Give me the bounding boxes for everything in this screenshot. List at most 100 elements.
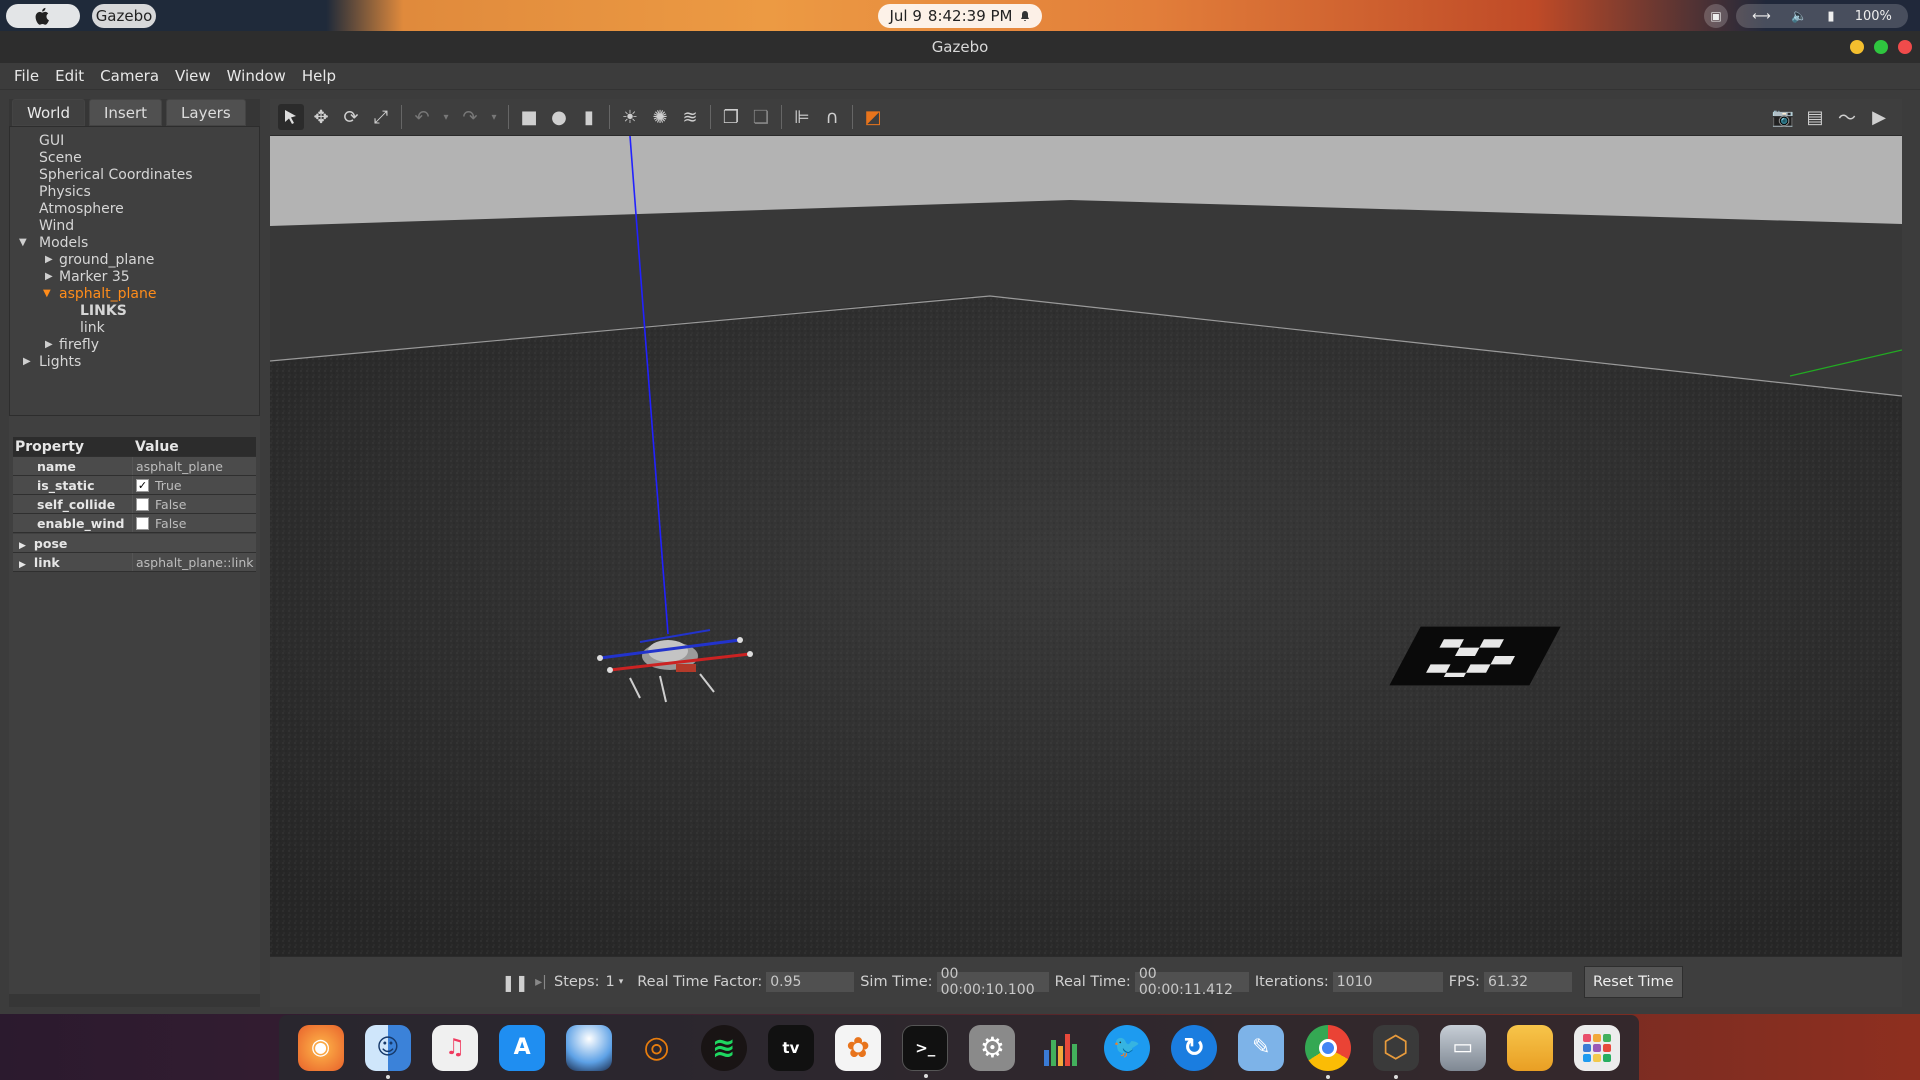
tree-item-physics[interactable]: Physics [10,183,259,200]
apple-menu-button[interactable] [6,4,80,28]
terminal-icon[interactable]: >_ [902,1024,949,1078]
point-light-icon[interactable]: ☀ [617,104,643,130]
snap-icon[interactable]: ∩ [819,104,845,130]
preview-icon[interactable]: ✎ [1238,1024,1285,1071]
gazebo-icon[interactable]: ⬡ [1372,1024,1419,1079]
expanded-arrow-icon[interactable]: ▼ [43,288,51,299]
menu-edit[interactable]: Edit [47,67,92,85]
collapsed-arrow-icon[interactable]: ▶ [19,560,26,570]
menu-view[interactable]: View [167,67,219,85]
tree-item-gui[interactable]: GUI [10,132,259,149]
tree-item-lights[interactable]: ▶ Lights [10,353,259,370]
align-icon[interactable]: ⊫ [789,104,815,130]
firefox-icon[interactable]: ◉ [297,1024,344,1071]
status-tray[interactable]: ⟷ 🔈 ▮ 100% [1736,4,1908,28]
tree-item-models[interactable]: ▼ Models [10,234,259,251]
pause-icon[interactable]: ❚❚ [502,969,529,995]
collapsed-arrow-icon[interactable]: ▶ [19,541,26,551]
volume-icon[interactable]: 🔈 [1791,9,1807,24]
tree-item-marker[interactable]: ▶ Marker 35 [10,268,259,285]
property-row-link[interactable]: ▶ link asphalt_plane::link [13,553,256,572]
photos-icon[interactable]: ✿ [835,1024,882,1071]
redo-icon[interactable]: ↷ [457,104,483,130]
tree-item-spherical[interactable]: Spherical Coordinates [10,166,259,183]
battery-icon[interactable]: ▮ [1827,9,1834,24]
menu-camera[interactable]: Camera [92,67,167,85]
window-titlebar[interactable]: Gazebo [0,31,1920,63]
is-static-checkbox[interactable]: ✓ [136,478,149,492]
cylinder-shape-icon[interactable]: ▮ [576,104,602,130]
tab-insert[interactable]: Insert [89,99,163,126]
scene-render[interactable] [270,136,1902,956]
close-button[interactable] [1898,40,1912,54]
tab-layers[interactable]: Layers [166,99,246,126]
app-store-icon[interactable]: A [499,1024,546,1071]
collapsed-arrow-icon[interactable]: ▶ [45,271,53,282]
property-value-field[interactable]: asphalt_plane [132,457,256,475]
plot-icon[interactable]: 〜 [1834,104,1860,130]
self-collide-checkbox[interactable] [136,497,149,511]
system-prefs-icon[interactable]: ⚙ [969,1024,1016,1071]
collapsed-arrow-icon[interactable]: ▶ [45,254,53,265]
log-icon[interactable]: ▤ [1802,104,1828,130]
expanded-arrow-icon[interactable]: ▼ [19,237,27,248]
copy-icon[interactable]: ❐ [718,104,744,130]
translate-mode-icon[interactable]: ✥ [308,104,334,130]
tree-item-firefly[interactable]: ▶ firefly [10,336,259,353]
scale-mode-icon[interactable]: ⤢ [368,104,394,130]
screen-icon[interactable]: ▣ [1704,4,1728,28]
macos-icon[interactable] [566,1024,613,1071]
menu-window[interactable]: Window [219,67,294,85]
menu-file[interactable]: File [6,67,47,85]
video-record-icon[interactable]: ▶ [1866,104,1892,130]
screenshot-icon[interactable]: 📷 [1770,104,1796,130]
tree-item-ground-plane[interactable]: ▶ ground_plane [10,251,259,268]
sync-icon[interactable]: ↻ [1171,1024,1218,1071]
redo-history-icon[interactable]: ▾ [487,104,501,130]
tree-item-links[interactable]: LINKS [10,302,259,319]
tree-item-link[interactable]: link [10,319,259,336]
drive-icon[interactable]: ▭ [1439,1024,1486,1071]
undo-history-icon[interactable]: ▾ [439,104,453,130]
step-icon[interactable]: ▸| [528,969,554,995]
collapsed-arrow-icon[interactable]: ▶ [23,356,31,367]
spot-light-icon[interactable]: ✺ [647,104,673,130]
blender-icon[interactable]: ◎ [634,1025,680,1071]
tree-item-atmosphere[interactable]: Atmosphere [10,200,259,217]
twitter-icon[interactable]: 🐦 [1103,1024,1150,1071]
enable-wind-checkbox[interactable] [136,516,149,530]
spotify-icon[interactable]: ≋ [700,1024,747,1071]
apple-tv-icon[interactable]: tv [767,1024,814,1071]
charts-icon[interactable] [1037,1025,1083,1071]
launchpad-icon[interactable] [1574,1024,1621,1071]
3d-viewport[interactable] [270,136,1902,956]
directional-light-icon[interactable]: ≋ [677,104,703,130]
menu-help[interactable]: Help [294,67,344,85]
tree-item-scene[interactable]: Scene [10,149,259,166]
finder-icon[interactable]: ☺ [364,1024,411,1079]
music-icon[interactable]: ♫ [431,1024,478,1071]
clock[interactable]: Jul 9 8:42:39 PM [878,4,1042,28]
panel-splitter[interactable] [9,416,260,434]
steps-value[interactable]: 1 [605,974,614,990]
reset-time-button[interactable]: Reset Time [1583,966,1683,998]
rotate-mode-icon[interactable]: ⟳ [338,104,364,130]
chrome-icon[interactable] [1305,1024,1352,1079]
sphere-shape-icon[interactable]: ● [546,104,572,130]
folder-icon[interactable] [1506,1024,1553,1071]
undo-icon[interactable]: ↶ [409,104,435,130]
collapsed-arrow-icon[interactable]: ▶ [45,339,53,350]
network-icon[interactable]: ⟷ [1752,9,1771,24]
tree-item-wind[interactable]: Wind [10,217,259,234]
view-angle-icon[interactable]: ◩ [860,104,886,130]
maximize-button[interactable] [1874,40,1888,54]
tab-world[interactable]: World [12,99,85,126]
active-app-name[interactable]: Gazebo [92,4,156,28]
property-row-pose[interactable]: ▶ pose [13,534,256,553]
paste-icon[interactable]: ❏ [748,104,774,130]
select-mode-icon[interactable] [278,104,304,130]
tree-item-asphalt-plane[interactable]: ▼ asphalt_plane [10,285,259,302]
box-shape-icon[interactable]: ■ [516,104,542,130]
steps-dropdown-icon[interactable]: ▾ [619,977,624,987]
minimize-button[interactable] [1850,40,1864,54]
